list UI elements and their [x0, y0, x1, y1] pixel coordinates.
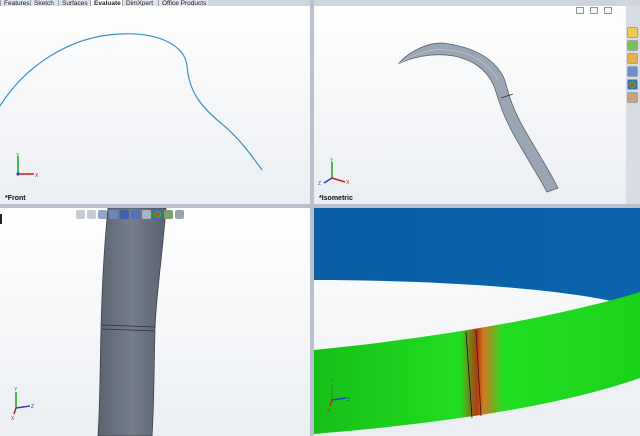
tile-icon[interactable]: [576, 7, 584, 14]
viewport-isometric-label: *Isometric: [319, 195, 353, 202]
sketch-curve-graphic: Y X: [0, 33, 263, 179]
apply-scene-icon[interactable]: [164, 210, 173, 219]
resources-icon[interactable]: [627, 40, 638, 51]
viewport-splitter-horizontal[interactable]: [0, 204, 640, 208]
viewport-bottom-right[interactable]: Y Z X: [314, 208, 640, 436]
viewport-splitter-vertical[interactable]: [310, 0, 314, 436]
section-view-icon[interactable]: [109, 210, 118, 219]
triad-x-label: X: [35, 173, 39, 179]
viewport-isometric[interactable]: Y X Z *Isometric: [314, 6, 626, 204]
view-orientation-icon[interactable]: [120, 210, 129, 219]
sheet-closeup-graphic: Y Z X: [11, 208, 167, 436]
heads-up-view-toolbar: [76, 209, 184, 220]
previous-view-icon[interactable]: [98, 210, 107, 219]
edit-appearance-icon[interactable]: [153, 210, 162, 219]
triad-y-label: Y: [330, 158, 334, 164]
triad-z-label: Z: [347, 397, 350, 403]
design-library-icon[interactable]: [627, 53, 638, 64]
file-explorer-icon[interactable]: [627, 66, 638, 77]
view-settings-icon[interactable]: [175, 210, 184, 219]
zoom-to-area-icon[interactable]: [87, 210, 96, 219]
task-pane: [626, 26, 640, 105]
hide-show-items-icon[interactable]: [142, 210, 151, 219]
viewport-front-label: *Front: [5, 195, 26, 202]
triad-x-label: X: [346, 180, 350, 186]
triad-z-label: Z: [31, 404, 34, 410]
display-style-icon[interactable]: [131, 210, 140, 219]
triad-x-label: X: [11, 416, 15, 422]
triad-y-label: Y: [16, 153, 20, 159]
restore-icon[interactable]: [590, 7, 598, 14]
custom-properties-icon[interactable]: [627, 92, 638, 103]
surface-strip-graphic: Y X Z: [318, 42, 559, 193]
close-icon[interactable]: [604, 7, 612, 14]
viewport-front[interactable]: Y X *Front: [0, 6, 310, 204]
home-icon[interactable]: [627, 27, 638, 38]
viewport-bottom-left[interactable]: Y Z X: [0, 208, 310, 436]
zoom-to-fit-icon[interactable]: [76, 210, 85, 219]
triad-y-label: Y: [14, 387, 18, 393]
appearances-icon[interactable]: [627, 79, 638, 90]
triad-icon: [13, 392, 31, 415]
triad-icon: [323, 162, 346, 184]
triad-z-label: Z: [318, 181, 321, 187]
text-cursor: [0, 214, 2, 224]
zebra-stripes-graphic: Y Z X: [314, 208, 640, 434]
